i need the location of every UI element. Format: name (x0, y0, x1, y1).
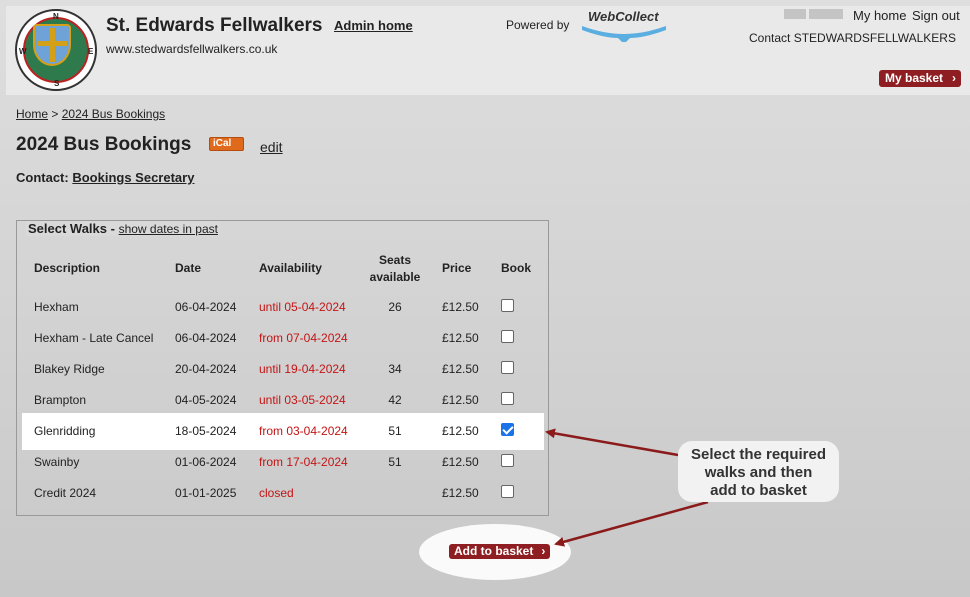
instruction-callout: Select the required walks and then add t… (678, 441, 839, 502)
callout-line2: walks and then (704, 464, 813, 481)
arrow-to-add-button (554, 500, 709, 547)
arrow-to-checkbox (545, 428, 679, 457)
annotation-arrows (545, 428, 709, 547)
callout-line3: add to basket (710, 482, 807, 499)
callout-line1: Select the required (690, 446, 827, 463)
